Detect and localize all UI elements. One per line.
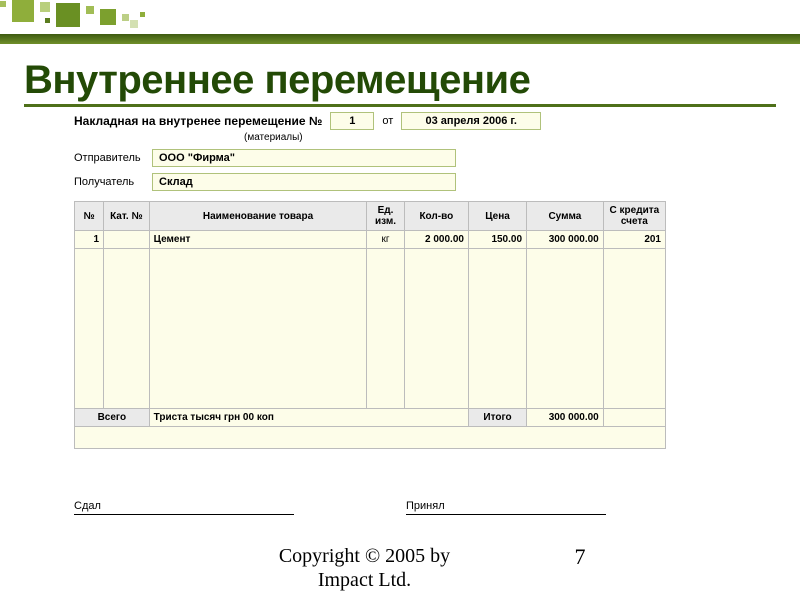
- page-title: Внутреннее перемещение: [24, 58, 776, 103]
- col-name: Наименование товара: [149, 202, 367, 231]
- footer: Copyright © 2005 by Impact Ltd. 7: [0, 544, 800, 592]
- cell-sum: 300 000.00: [527, 231, 604, 249]
- col-sum: Сумма: [527, 202, 604, 231]
- itogo-label: Итого: [468, 409, 526, 427]
- sender-label: Отправитель: [74, 152, 152, 164]
- col-no: №: [75, 202, 104, 231]
- cell-no: 1: [75, 231, 104, 249]
- col-credit: С кредита счета: [603, 202, 665, 231]
- sign-took-line: [406, 514, 606, 515]
- cell-name: Цемент: [149, 231, 367, 249]
- signatures: Сдал Принял: [74, 500, 666, 515]
- items-table: № Кат. № Наименование товара Ед. изм. Ко…: [74, 201, 666, 449]
- table-empty-space: [75, 249, 666, 409]
- invoice-number-field[interactable]: 1: [330, 112, 374, 130]
- vsego-label: Всего: [75, 409, 150, 427]
- cell-cat: [104, 231, 150, 249]
- receiver-field[interactable]: Склад: [152, 173, 456, 191]
- table-header-row: № Кат. № Наименование товара Ед. изм. Ко…: [75, 202, 666, 231]
- col-price: Цена: [468, 202, 526, 231]
- sign-took-label: Принял: [406, 500, 606, 512]
- invoice-form: Накладная на внутренее перемещение № 1 о…: [74, 112, 666, 449]
- receiver-label: Получатель: [74, 176, 152, 188]
- title-underline: [24, 104, 776, 107]
- table-total-row: Всего Триста тысяч грн 00 коп Итого 300 …: [75, 409, 666, 427]
- invoice-date-field[interactable]: 03 апреля 2006 г.: [401, 112, 541, 130]
- cell-unit: кг: [367, 231, 404, 249]
- copyright: Copyright © 2005 by Impact Ltd.: [215, 544, 515, 592]
- sender-field[interactable]: ООО "Фирма": [152, 149, 456, 167]
- col-cat: Кат. №: [104, 202, 150, 231]
- header-band: [0, 34, 800, 44]
- invoice-header-label: Накладная на внутренее перемещение №: [74, 114, 322, 128]
- page-number: 7: [575, 544, 586, 570]
- total-words: Триста тысяч грн 00 коп: [149, 409, 468, 427]
- sign-gave-line: [74, 514, 294, 515]
- from-label: от: [382, 115, 393, 127]
- table-row[interactable]: 1 Цемент кг 2 000.00 150.00 300 000.00 2…: [75, 231, 666, 249]
- cell-qty: 2 000.00: [404, 231, 468, 249]
- notes-row[interactable]: [75, 427, 666, 449]
- col-qty: Кол-во: [404, 202, 468, 231]
- cell-price: 150.00: [468, 231, 526, 249]
- cell-credit: 201: [603, 231, 665, 249]
- col-unit: Ед. изм.: [367, 202, 404, 231]
- copyright-line1: Copyright © 2005 by: [279, 545, 450, 567]
- sign-gave-label: Сдал: [74, 500, 294, 512]
- materials-subtitle: (материалы): [244, 132, 666, 143]
- copyright-line2: Impact Ltd.: [318, 569, 411, 591]
- itogo-value: 300 000.00: [527, 409, 604, 427]
